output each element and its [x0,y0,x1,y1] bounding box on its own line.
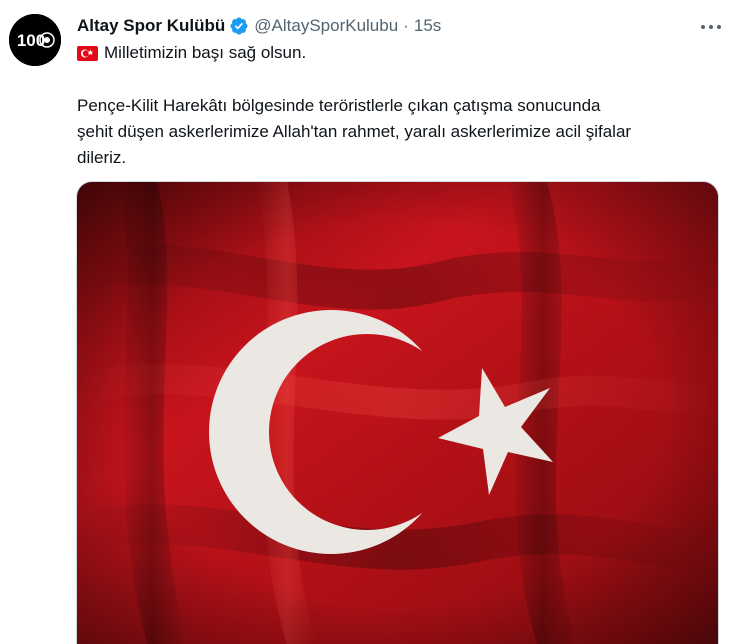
more-options-button[interactable] [694,14,728,40]
display-name[interactable]: Altay Spor Kulübü [77,16,225,36]
turkish-flag-image [77,182,718,644]
avatar[interactable]: 100 [9,14,61,66]
tweet-body-line: Pençe-Kilit Harekâtı bölgesinde terörist… [77,96,601,115]
tweet-media-image[interactable] [76,181,719,644]
timestamp[interactable]: 15s [414,16,441,36]
separator-dot: · [403,16,409,35]
tweet-header: Altay Spor Kulübü @AltaySporKulubu · 15s [77,14,441,38]
avatar-text: 100 [17,31,45,50]
verified-badge-icon[interactable] [229,16,249,36]
tweet-body-line: şehit düşen askerlerimize Allah'tan rahm… [77,122,632,141]
tweet-article[interactable]: 100 Altay Spor Kulübü @AltaySporKulubu ·… [0,0,748,644]
club-logo-icon: 100 [9,14,61,66]
tweet-body: Pençe-Kilit Harekâtı bölgesinde terörist… [77,93,732,171]
tweet-text-line1: Milletimizin başı sağ olsun. [104,43,307,62]
tweet-body-line: dileriz. [77,148,127,167]
tweet-first-line: Milletimizin başı sağ olsun. [77,43,306,63]
more-dots-icon [701,25,721,29]
turkey-flag-emoji-icon [77,45,98,61]
user-handle[interactable]: @AltaySporKulubu [254,16,398,36]
